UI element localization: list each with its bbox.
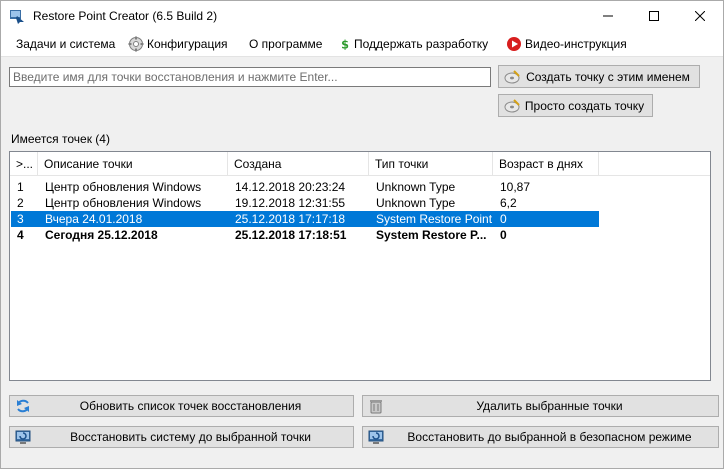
cell-age: 0 — [500, 228, 507, 242]
menu-tasks-system-label: Задачи и система — [16, 37, 116, 51]
refresh-list-label: Обновить список точек восстановления — [79, 399, 302, 413]
create-named-point-label: Создать точку с этим именем — [526, 69, 690, 84]
cell-description: Вчера 24.01.2018 — [45, 212, 143, 226]
table-row[interactable]: 3 Вчера 24.01.2018 25.12.2018 17:17:18 Syst… — [11, 211, 599, 227]
restore-points-list[interactable]: >... Описание точки Создана Тип точки Во… — [9, 151, 711, 381]
cell-age: 6,2 — [500, 196, 517, 210]
cell-created: 14.12.2018 20:23:24 — [235, 180, 346, 194]
cell-age: 10,87 — [500, 180, 531, 194]
delete-selected-button[interactable]: Удалить выбранные точки — [362, 395, 719, 417]
cell-description: Центр обновления Windows — [45, 180, 202, 194]
table-row[interactable]: 2 Центр обновления Windows 19.12.2018 12:3… — [11, 195, 599, 211]
minimize-button[interactable] — [585, 1, 631, 31]
cell-description: Центр обновления Windows — [45, 196, 202, 210]
menu-tasks-system[interactable]: Задачи и система — [16, 35, 115, 53]
title-bar[interactable]: Restore Point Creator (6.5 Build 2) — [1, 1, 723, 31]
create-point-icon — [504, 69, 520, 83]
table-row[interactable]: 4 Сегодня 25.12.2018 25.12.2018 17:18:51 Sy… — [11, 227, 599, 243]
refresh-list-button[interactable]: Обновить список точек восстановления — [9, 395, 354, 417]
menu-configuration-label: Конфигурация — [147, 37, 228, 51]
column-header-type[interactable]: Тип точки — [369, 152, 493, 176]
close-button[interactable] — [677, 1, 723, 31]
restore-safe-mode-label: Восстановить до выбранной в безопасном р… — [407, 430, 692, 444]
create-point-icon — [504, 98, 520, 112]
app-window: Restore Point Creator (6.5 Build 2) Зада… — [0, 0, 724, 469]
cell-type: Unknown Type — [376, 180, 456, 194]
column-header-age[interactable]: Возраст в днях — [493, 152, 599, 176]
maximize-button[interactable] — [631, 1, 677, 31]
minimize-icon — [603, 15, 613, 17]
menu-about-label: О программе — [249, 37, 323, 51]
cell-description: Сегодня 25.12.2018 — [45, 228, 158, 242]
restore-icon — [15, 430, 31, 444]
menu-configuration[interactable]: Конфигурация — [128, 35, 228, 53]
menu-bar: Задачи и система Конфигурация О программ… — [1, 31, 723, 57]
menu-donate-label: Поддержать разработку — [354, 37, 489, 51]
cell-created: 19.12.2018 12:31:55 — [235, 196, 346, 210]
refresh-icon — [17, 399, 29, 413]
column-header-number[interactable]: >... — [10, 152, 38, 176]
restore-point-name-input[interactable] — [9, 67, 491, 87]
cell-number: 4 — [17, 228, 24, 242]
gear-icon — [128, 36, 144, 52]
restore-system-label: Восстановить систему до выбранной точки — [70, 430, 311, 444]
menu-video-guide[interactable]: Видео-инструкция — [506, 35, 627, 53]
table-row[interactable]: 1 Центр обновления Windows 14.12.2018 20:2… — [11, 179, 599, 195]
svg-text:$: $ — [341, 39, 349, 52]
cell-created: 25.12.2018 17:17:18 — [235, 212, 346, 226]
create-named-point-button[interactable]: Создать точку с этим именем — [498, 65, 700, 88]
cell-type: System Restore P... — [376, 228, 487, 242]
close-icon — [695, 11, 705, 21]
app-icon — [10, 10, 24, 24]
cell-number: 1 — [17, 180, 24, 194]
restore-system-button[interactable]: Восстановить систему до выбранной точки — [9, 426, 354, 448]
list-header: >... Описание точки Создана Тип точки Во… — [10, 152, 710, 176]
window-title: Restore Point Creator (6.5 Build 2) — [33, 9, 218, 23]
cell-number: 3 — [17, 212, 24, 226]
menu-donate[interactable]: $ Поддержать разработку — [339, 35, 488, 53]
maximize-icon — [649, 11, 659, 21]
delete-selected-label: Удалить выбранные точки — [476, 399, 623, 413]
cell-type: System Restore Point — [376, 212, 493, 226]
column-header-description[interactable]: Описание точки — [38, 152, 228, 176]
points-count-label: Имеется точек (4) — [11, 132, 110, 146]
create-quick-point-button[interactable]: Просто создать точку — [498, 94, 653, 117]
cell-number: 2 — [17, 196, 24, 210]
menu-video-guide-label: Видео-инструкция — [525, 37, 627, 51]
column-header-created[interactable]: Создана — [228, 152, 369, 176]
dollar-icon: $ — [341, 39, 349, 52]
trash-icon — [370, 400, 382, 414]
cell-age: 0 — [500, 212, 507, 226]
restore-icon — [368, 430, 384, 444]
cell-type: Unknown Type — [376, 196, 456, 210]
cell-created: 25.12.2018 17:18:51 — [235, 228, 347, 242]
create-quick-point-label: Просто создать точку — [524, 98, 645, 113]
menu-about[interactable]: О программе — [249, 35, 322, 53]
play-icon — [507, 37, 521, 51]
restore-safe-mode-button[interactable]: Восстановить до выбранной в безопасном р… — [362, 426, 719, 448]
